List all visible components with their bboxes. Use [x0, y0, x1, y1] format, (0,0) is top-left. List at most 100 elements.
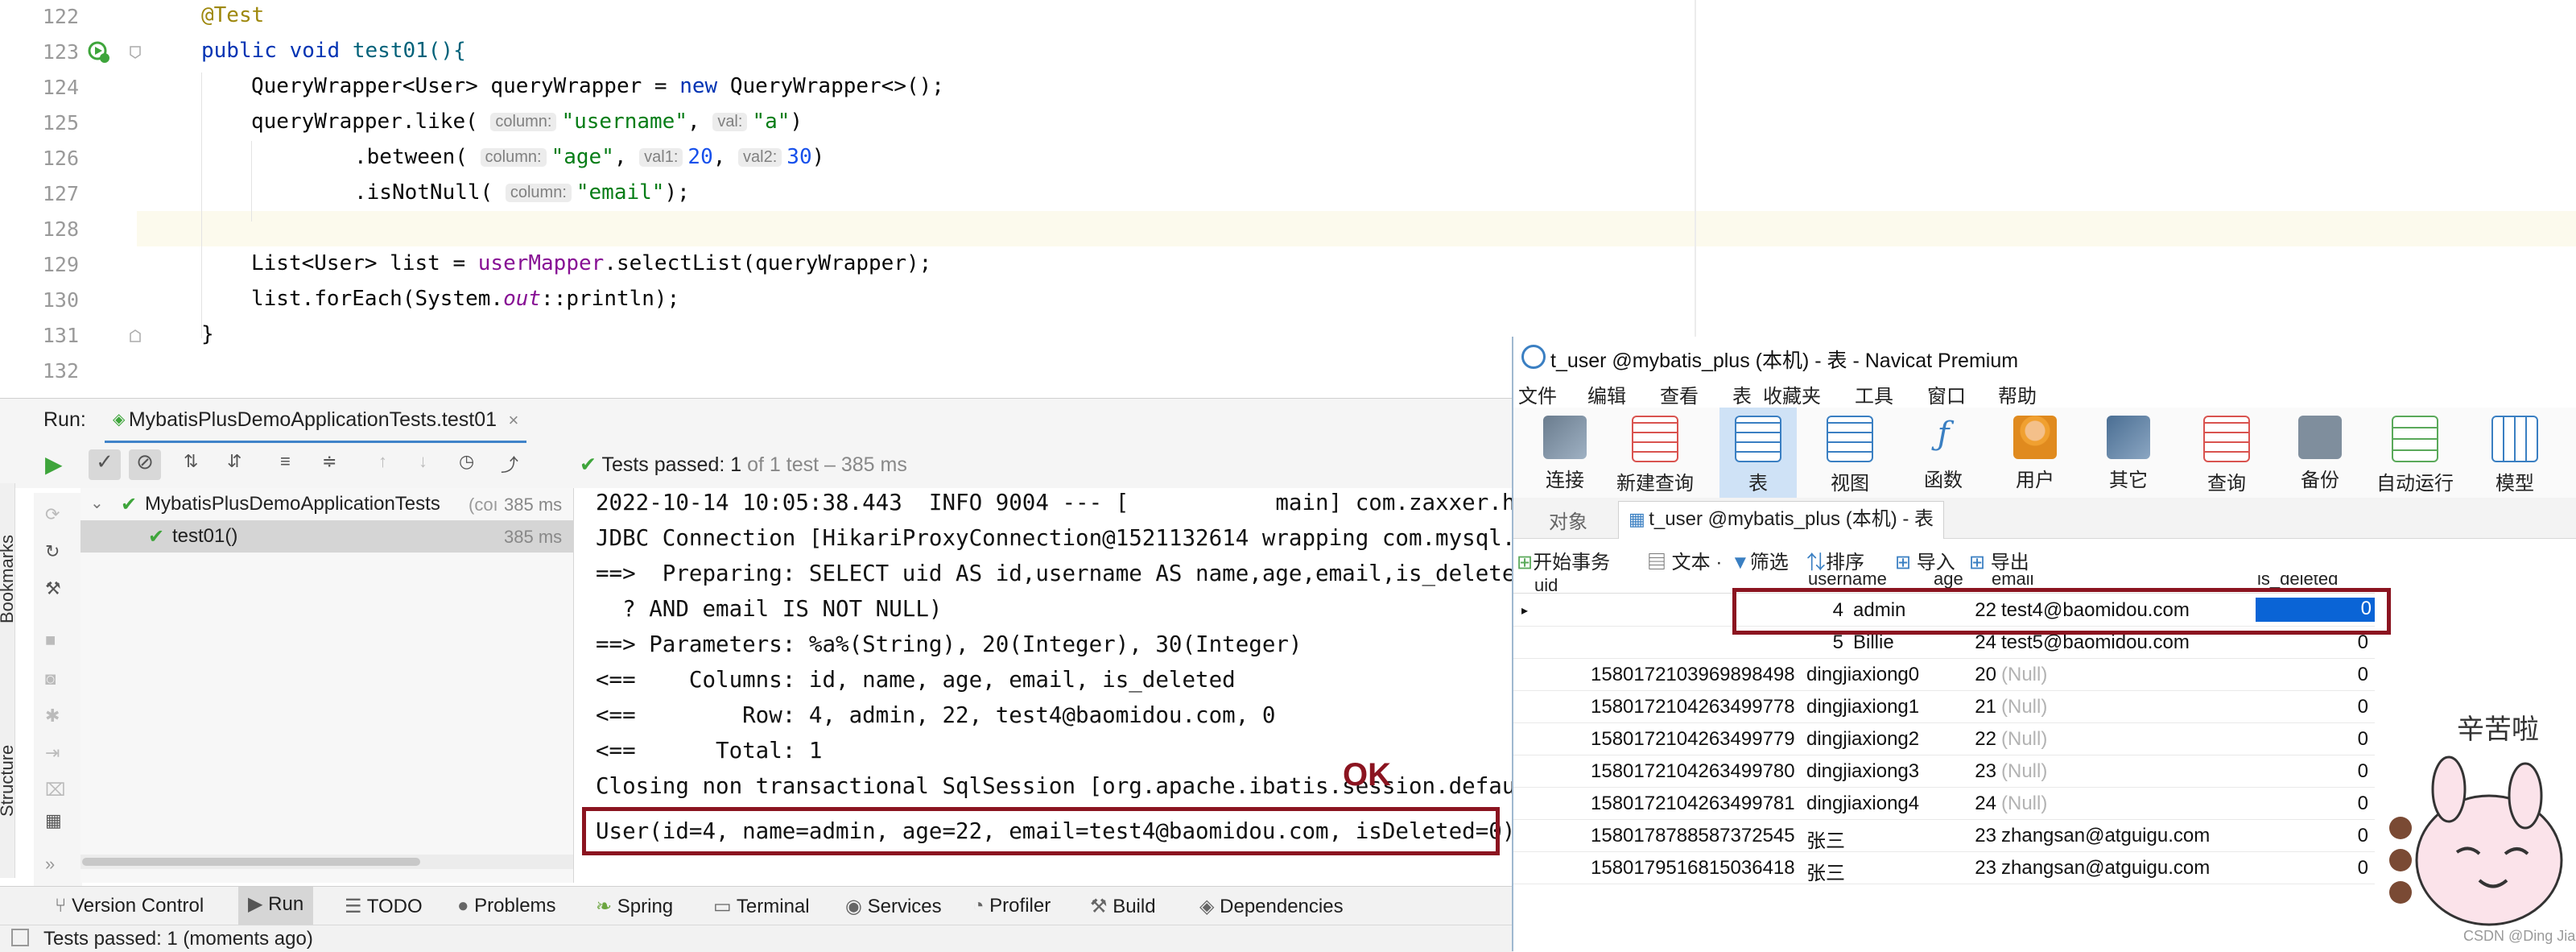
chevron-down-icon[interactable]: ⌄	[90, 493, 104, 513]
exit-icon[interactable]: ⇥	[45, 743, 60, 764]
cell-email[interactable]: (Null)	[2001, 728, 2047, 751]
more-icon[interactable]: »	[45, 854, 55, 875]
text-button[interactable]: ▤ 文本 ·	[1647, 546, 1722, 574]
cell-uid[interactable]: 1580178788587372545	[1591, 825, 1795, 847]
sort-button[interactable]: ⇅排序	[1806, 546, 1864, 574]
cell-is-deleted[interactable]: 0	[2334, 696, 2368, 718]
cell-uid[interactable]: 1580172104263499780	[1591, 760, 1795, 783]
show-passed-icon[interactable]: ✓	[89, 449, 121, 480]
cell-age[interactable]: 22	[1964, 728, 1996, 751]
cell-age[interactable]: 20	[1964, 664, 1996, 686]
menu-tools[interactable]: 工具	[1855, 380, 1893, 408]
objects-tab[interactable]: 对象	[1549, 506, 1587, 534]
table-row[interactable]: 1580172104263499780 dingjiaxiong3 23 (Nu…	[1513, 755, 2375, 788]
terminal-tab[interactable]: ▭ Terminal	[713, 895, 810, 918]
toolbar-backup[interactable]: 备份	[2281, 416, 2359, 492]
menu-help[interactable]: 帮助	[1998, 380, 2037, 408]
toolbar-auto-run[interactable]: 自动运行	[2376, 416, 2454, 495]
bookmarks-tool-tab[interactable]: Bookmarks	[0, 535, 18, 623]
toolbar-query[interactable]: 查询	[2188, 416, 2265, 495]
expand-all-icon[interactable]: ≡	[280, 451, 291, 472]
cell-uid[interactable]: 1580172104263499778	[1591, 696, 1795, 718]
menu-file[interactable]: 文件	[1518, 380, 1557, 408]
run-test-gutter-icon[interactable]	[87, 40, 111, 64]
cell-email[interactable]: test5@baomidou.com	[2001, 631, 2190, 654]
toolbar-new-query[interactable]: 新建查询	[1616, 416, 1694, 495]
cell-is-deleted[interactable]: 0	[2334, 631, 2368, 654]
code-editor[interactable]: 122 123 124 125 126 127 128 129 130 131 …	[0, 0, 2576, 395]
cell-username[interactable]: Billie	[1853, 631, 1894, 654]
data-grid[interactable]: uid username age email is_deleted ▸ 4 ad…	[1513, 575, 2391, 951]
camera-icon[interactable]: ◙	[45, 668, 56, 689]
import-button[interactable]: ⊞ 导入	[1895, 546, 1955, 574]
toolbar-user[interactable]: 用户	[1996, 416, 2074, 492]
menu-window[interactable]: 窗口	[1927, 380, 1966, 408]
table-row[interactable]: 1580178788587372545 张三 23 zhangsan@atgui…	[1513, 820, 2375, 852]
rerun-failed-icon[interactable]: ⟳	[45, 504, 60, 525]
run-tab[interactable]: ◈ MybatisPlusDemoApplicationTests.test01…	[105, 399, 527, 444]
export-icon[interactable]: ⤴	[501, 451, 518, 477]
cell-is-deleted[interactable]: 0	[2334, 857, 2368, 880]
next-test-icon[interactable]: ↓	[419, 451, 427, 472]
console-output[interactable]: 2022-10-14 10:05:38.443 INFO 9004 --- [ …	[574, 488, 1513, 883]
cell-is-deleted[interactable]: 0	[2334, 728, 2368, 751]
close-icon[interactable]: ×	[508, 410, 518, 430]
cell-age[interactable]: 24	[1964, 631, 1996, 654]
toolbar-others[interactable]: 其它	[2090, 416, 2167, 492]
build-tab[interactable]: ⚒ Build	[1090, 895, 1156, 918]
cell-age[interactable]: 24	[1964, 793, 1996, 815]
table-row[interactable]: 1580179516815036418 张三 23 zhangsan@atgui…	[1513, 852, 2375, 884]
run-tab-bottom[interactable]: ▶ Run	[238, 887, 314, 925]
horizontal-scrollbar[interactable]	[80, 855, 573, 869]
cell-is-deleted[interactable]: 0	[2334, 760, 2368, 783]
cell-email[interactable]: (Null)	[2001, 760, 2047, 783]
cell-is-deleted[interactable]: 0	[2334, 793, 2368, 815]
debug-icon[interactable]: ✱	[45, 706, 60, 726]
cell-age[interactable]: 21	[1964, 696, 1996, 718]
cell-age[interactable]: 23	[1964, 825, 1996, 847]
spring-tab[interactable]: ❧ Spring	[596, 895, 673, 918]
menu-view[interactable]: 查看	[1660, 380, 1699, 408]
cell-username[interactable]: dingjiaxiong4	[1806, 793, 1929, 815]
services-tab[interactable]: ◉ Services	[845, 895, 942, 918]
filter-button[interactable]: ▼筛选	[1731, 546, 1789, 574]
fold-icon[interactable]	[129, 329, 142, 343]
cell-username[interactable]: dingjiaxiong3	[1806, 760, 1929, 783]
show-ignored-icon[interactable]: ⊘	[129, 449, 161, 480]
menu-favorites[interactable]: 收藏夹	[1763, 380, 1821, 408]
toolbar-view[interactable]: 视图	[1811, 416, 1889, 495]
toolbar-model[interactable]: 模型	[2476, 416, 2553, 495]
cell-uid[interactable]: 1580172104263499781	[1591, 793, 1795, 815]
previous-test-icon[interactable]: ↑	[378, 451, 387, 472]
cell-username[interactable]: dingjiaxiong1	[1806, 696, 1929, 718]
table-row[interactable]: 1580172104263499779 dingjiaxiong2 22 (Nu…	[1513, 723, 2375, 755]
trash-icon[interactable]: ⌧	[45, 780, 65, 801]
collapse-all-icon[interactable]: ≑	[322, 451, 336, 472]
table-row[interactable]: 1580172104263499781 dingjiaxiong4 24 (Nu…	[1513, 788, 2375, 820]
cell-is-deleted[interactable]: 0	[2334, 825, 2368, 847]
problems-tab[interactable]: ● Problems	[457, 895, 556, 917]
begin-transaction-button[interactable]: ⊞开始事务	[1517, 546, 1610, 574]
cell-uid[interactable]: 1580172103969898498	[1591, 664, 1795, 686]
settings-wrench-icon[interactable]: ⚒	[45, 578, 61, 599]
sort-alpha-icon[interactable]: ⇅	[184, 451, 198, 472]
cell-uid[interactable]: 1580172104263499779	[1591, 728, 1795, 751]
layout-icon[interactable]: ▦	[45, 810, 62, 831]
profiler-tab[interactable]: ◔ Profiler	[972, 895, 1051, 917]
cell-age[interactable]: 23	[1964, 760, 1996, 783]
menu-table[interactable]: 表	[1732, 380, 1752, 408]
cell-username[interactable]: dingjiaxiong2	[1806, 728, 1929, 751]
cell-username[interactable]: 张三	[1806, 857, 1845, 885]
table-tab[interactable]: ▦ t_user @mybatis_plus (本机) - 表	[1618, 501, 1945, 539]
menu-edit[interactable]: 编辑	[1587, 380, 1626, 408]
cell-username[interactable]: dingjiaxiong0	[1806, 664, 1929, 686]
todo-tab[interactable]: ☰ TODO	[345, 895, 423, 918]
fold-icon[interactable]	[129, 45, 142, 60]
toolbar-function[interactable]: ƒ 函数	[1905, 416, 1982, 492]
table-row[interactable]: 1580172103969898498 dingjiaxiong0 20 (Nu…	[1513, 659, 2375, 691]
tree-node-class[interactable]: ⌄ ✔ MybatisPlusDemoApplicationTests (coı…	[80, 488, 573, 520]
tree-node-test[interactable]: ✔ test01() 385 ms	[80, 520, 573, 553]
toolbar-table[interactable]: 表	[1719, 408, 1797, 498]
cell-email[interactable]: (Null)	[2001, 696, 2047, 718]
cell-email[interactable]: (Null)	[2001, 793, 2047, 815]
